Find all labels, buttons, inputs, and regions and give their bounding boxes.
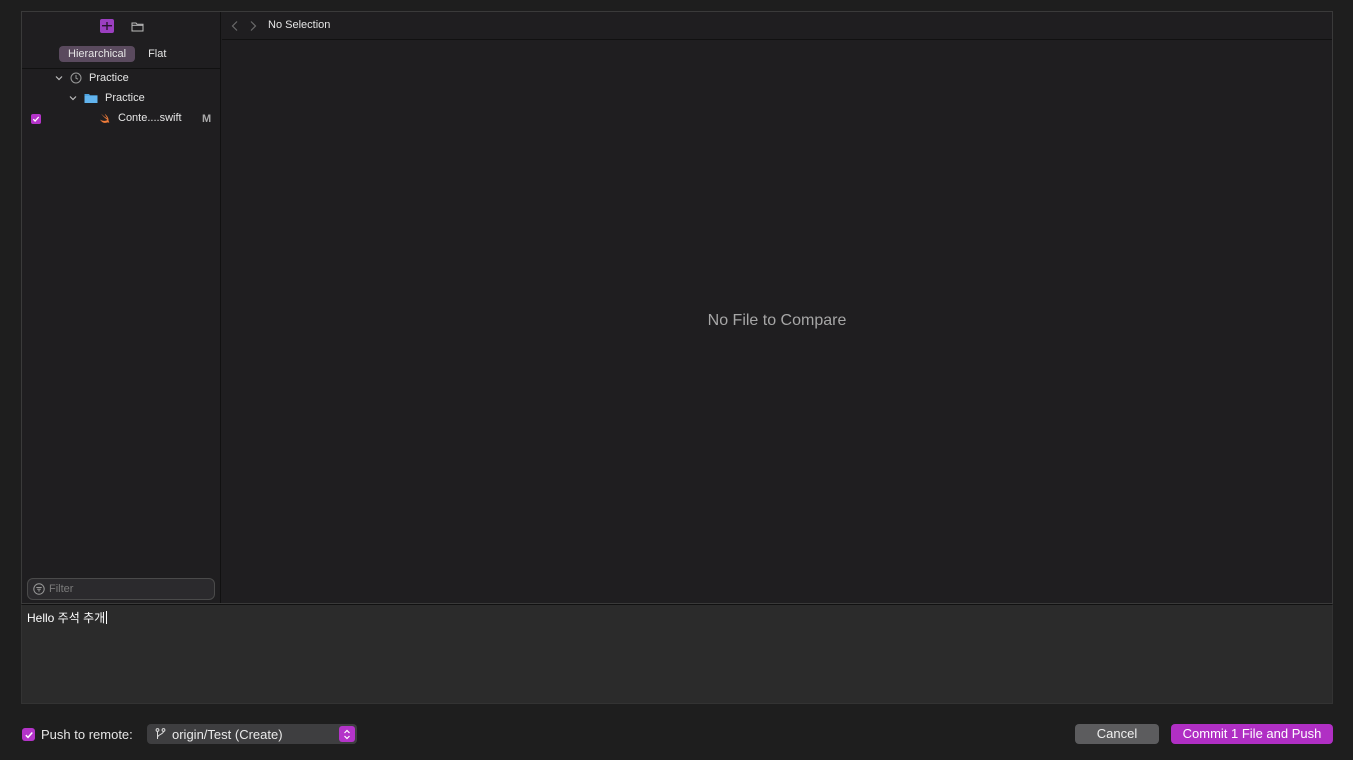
tree-item-project[interactable]: Practice [54,68,129,88]
commit-browser: Hierarchical Flat Practice Practice Cont… [21,11,1333,604]
swift-icon [100,113,110,123]
push-to-remote-label: Push to remote: [41,727,133,742]
text-caret [106,611,108,624]
commit-message-text: Hello 주석 추개 [27,609,108,626]
changes-icon[interactable] [100,19,114,33]
folder-icon [84,94,98,103]
commit-sheet: Hierarchical Flat Practice Practice Cont… [0,0,1353,760]
popup-stepper-icon[interactable] [339,726,355,742]
commit-and-push-button[interactable]: Commit 1 File and Push [1171,724,1333,744]
cancel-button[interactable]: Cancel [1075,724,1159,744]
flat-button[interactable]: Flat [139,46,175,62]
chevron-down-icon[interactable] [68,93,78,103]
empty-state-message: No File to Compare [707,312,847,329]
push-to-remote-checkbox[interactable] [22,728,35,741]
clock-icon [70,72,82,84]
filter-input[interactable] [49,583,199,595]
branch-name: origin/Test (Create) [172,726,283,742]
commit-message-value: Hello 주석 추개 [27,611,106,625]
tree-item-group[interactable]: Practice [68,88,145,108]
sidebar-toolbar [22,12,221,40]
breadcrumb[interactable]: No Selection [268,19,330,31]
chevron-right-icon[interactable] [248,20,258,32]
changes-sidebar: Hierarchical Flat Practice Practice Cont… [22,12,221,603]
comparison-pane: No Selection No File to Compare [222,12,1332,603]
filter-icon [33,583,45,595]
chevron-down-icon[interactable] [54,73,64,83]
tree-item-label: Conte....swift [118,112,182,124]
branch-icon [155,728,166,739]
tree-item-file[interactable]: Conte....swift [99,108,182,128]
hierarchical-button[interactable]: Hierarchical [59,46,136,62]
commit-message-editor[interactable]: Hello 주석 추개 [21,604,1333,704]
remote-branch-popup[interactable]: origin/Test (Create) [147,724,357,744]
view-mode-segmented-control: Hierarchical Flat [59,46,175,62]
chevron-left-icon[interactable] [230,20,240,32]
file-include-checkbox[interactable] [31,114,41,124]
filter-field[interactable] [27,578,215,600]
jump-bar: No Selection [222,12,1332,40]
modified-status-badge: M [202,113,212,125]
tree-item-label: Practice [89,72,129,84]
folder-icon[interactable] [130,19,144,33]
tree-item-label: Practice [105,92,145,104]
